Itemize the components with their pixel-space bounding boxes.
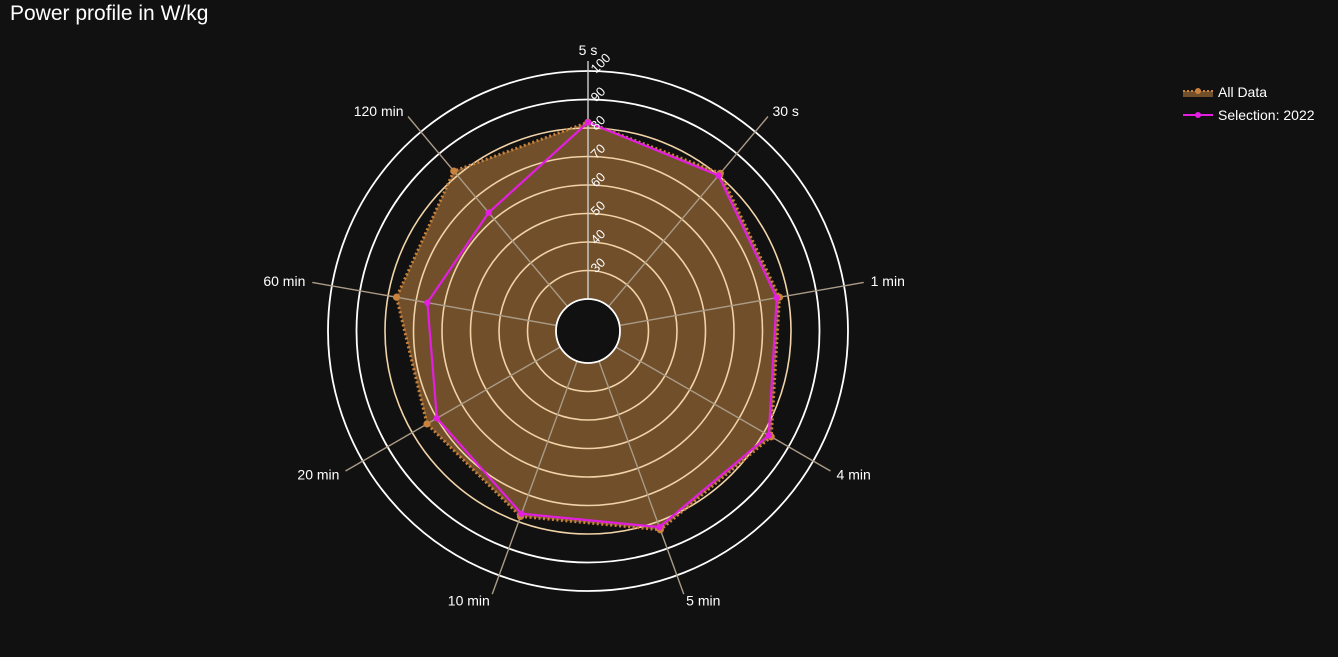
marker-all-data-8 <box>450 167 458 175</box>
legend-label-all-data: All Data <box>1218 83 1268 100</box>
category-label-8: 120 min <box>354 103 404 119</box>
legend: All Data Selection: 2022 <box>1182 80 1315 126</box>
marker-selection-3 <box>765 432 772 439</box>
radial-tick-90: 90 <box>588 84 609 105</box>
legend-symbol-selection <box>1183 111 1213 118</box>
category-label-7: 60 min <box>263 273 305 289</box>
center-hole <box>555 298 621 364</box>
marker-all-data-7 <box>392 293 401 301</box>
marker-selection-6 <box>433 415 441 422</box>
marker-selection-2 <box>773 294 780 301</box>
category-label-0: 5 s <box>579 42 598 58</box>
legend-label-selection: Selection: 2022 <box>1218 106 1315 123</box>
legend-symbol-all-data <box>1183 87 1213 97</box>
category-label-5: 10 min <box>448 593 490 609</box>
category-label-1: 30 s <box>772 103 798 119</box>
category-label-6: 20 min <box>297 467 339 483</box>
marker-selection-5 <box>518 510 525 517</box>
marker-selection-1 <box>715 172 722 179</box>
marker-selection-7 <box>424 299 431 306</box>
radar-chart: 30405060708090100 5 s30 s1 min4 min5 min… <box>263 42 905 609</box>
category-label-4: 5 min <box>686 593 720 609</box>
category-label-3: 4 min <box>837 467 871 483</box>
category-label-2: 1 min <box>871 273 905 289</box>
legend-item-selection[interactable]: Selection: 2022 <box>1182 103 1315 126</box>
marker-selection-4 <box>656 523 663 531</box>
marker-selection-8 <box>485 209 492 216</box>
legend-item-all-data[interactable]: All Data <box>1182 80 1315 103</box>
marker-all-data-6 <box>423 420 431 428</box>
center-hole-circle <box>555 298 621 364</box>
